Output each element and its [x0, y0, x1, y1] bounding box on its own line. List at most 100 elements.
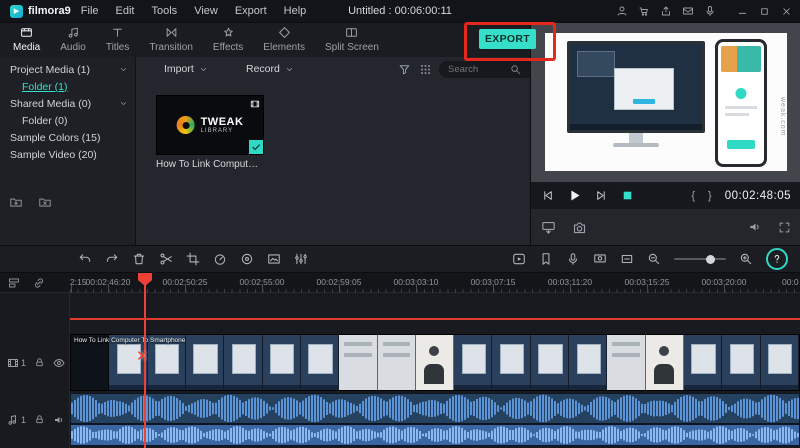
zoom-out-icon[interactable]	[647, 252, 661, 266]
chevron-down-icon[interactable]	[119, 99, 128, 108]
timeline-zoom-slider[interactable]	[674, 254, 726, 264]
tab-titles[interactable]: Titles	[97, 22, 139, 57]
manage-tracks-icon[interactable]	[8, 277, 20, 289]
clip-thumbnail-frame	[530, 335, 570, 390]
redo-icon[interactable]	[105, 252, 119, 266]
screen-record-icon[interactable]	[593, 252, 607, 266]
render-play-icon[interactable]	[512, 252, 526, 266]
search-icon[interactable]	[510, 64, 521, 75]
zoom-slider-knob[interactable]	[706, 254, 716, 264]
fullscreen-icon[interactable]	[778, 221, 791, 234]
timeline-toolbar	[0, 245, 800, 273]
new-folder-icon[interactable]	[9, 195, 23, 209]
mark-in-button[interactable]: {	[691, 190, 695, 202]
search-input[interactable]	[446, 63, 506, 76]
cart-icon[interactable]	[638, 5, 650, 17]
help-icon[interactable]	[766, 248, 788, 270]
volume-speaker-icon[interactable]	[748, 220, 762, 234]
delete-folder-icon[interactable]	[38, 195, 52, 209]
link-icon[interactable]	[33, 277, 45, 289]
menu-edit[interactable]: Edit	[116, 5, 135, 17]
user-icon[interactable]	[616, 5, 628, 17]
crop-icon[interactable]	[186, 252, 200, 266]
video-clip[interactable]: How To Link Computer To Smartphone	[70, 334, 800, 391]
mic-icon[interactable]	[704, 5, 716, 17]
undo-icon[interactable]	[78, 252, 92, 266]
watermark-text: weak.com	[779, 97, 786, 137]
frame-grab-icon[interactable]	[267, 252, 281, 266]
sidebar-item-3[interactable]: Folder (0)	[0, 112, 135, 129]
filmora-window: ▶ filmora9 File Edit Tools View Export Help U…	[0, 0, 800, 448]
ruler-timestamp: 00:03:15:25	[624, 277, 670, 287]
close-icon[interactable]	[781, 6, 792, 17]
tab-label: Titles	[105, 42, 130, 53]
media-clip-thumbnail[interactable]: TWEAK LIBRARY	[156, 95, 264, 155]
sidebar-item-1[interactable]: Folder (1)	[0, 78, 135, 95]
preview-panel: weak.com { } 00:02:48:05	[530, 22, 800, 245]
audio-waveform-lower[interactable]	[70, 424, 800, 446]
mic-icon[interactable]	[566, 252, 580, 266]
mixer-icon[interactable]	[294, 252, 308, 266]
color-icon[interactable]	[240, 252, 254, 266]
scissors-icon[interactable]	[159, 252, 173, 266]
menubar: ▶ filmora9 File Edit Tools View Export Help U…	[0, 0, 800, 23]
timeline-ruler[interactable]: 2:15 00:02:46:20 00:02:50:25 00:02:55:00 00:…	[0, 273, 800, 293]
speed-icon[interactable]	[213, 252, 227, 266]
tabs: Media Audio Titles Transition Effects Element…	[0, 22, 530, 57]
tab-audio[interactable]: Audio	[51, 22, 95, 57]
tab-label: Transition	[149, 42, 193, 53]
sidebar-item-label: Sample Video (20)	[10, 148, 97, 161]
trash-icon[interactable]	[132, 252, 146, 266]
search-box	[439, 61, 537, 78]
eye-visibility-icon[interactable]	[53, 357, 65, 369]
tab-split-screen[interactable]: Split Screen	[316, 22, 388, 57]
export-button[interactable]: EXPORT	[479, 29, 536, 49]
sidebar-item-4[interactable]: Sample Colors (15)	[0, 129, 135, 146]
sidebar-items: Project Media (1) Folder (1) Shared Media …	[0, 57, 135, 163]
audio-waveform-upper[interactable]	[70, 393, 800, 424]
clip-thumbnail-frame	[607, 335, 646, 390]
lock-icon[interactable]	[34, 357, 45, 368]
zoom-fit-icon[interactable]	[620, 252, 634, 266]
timeline-toolbar-left	[0, 252, 308, 266]
record-dropdown[interactable]: Record	[246, 63, 294, 75]
tab-media[interactable]: Media	[4, 22, 49, 57]
minimize-icon[interactable]	[737, 6, 748, 17]
next-frame-button[interactable]	[595, 189, 608, 202]
menu-export[interactable]: Export	[235, 5, 267, 17]
previous-frame-button[interactable]	[541, 189, 554, 202]
ruler-timestamp: 00:02:50:25	[162, 277, 208, 287]
preview-video-frame: weak.com	[545, 33, 787, 171]
lock-icon[interactable]	[34, 414, 45, 425]
grid-view-icon[interactable]	[419, 63, 432, 76]
menu-file[interactable]: File	[81, 5, 99, 17]
tab-elements[interactable]: Elements	[254, 22, 314, 57]
chevron-down-icon[interactable]	[119, 65, 128, 74]
zoom-in-icon[interactable]	[739, 252, 753, 266]
play-button[interactable]	[567, 188, 582, 203]
sidebar-item-0[interactable]: Project Media (1)	[0, 61, 135, 78]
import-dropdown[interactable]: Import	[164, 63, 208, 75]
menu-view[interactable]: View	[194, 5, 218, 17]
preview-timecode: 00:02:48:05	[724, 189, 791, 202]
tab-effects[interactable]: Effects	[204, 22, 252, 57]
maximize-icon[interactable]	[759, 6, 770, 17]
tab-transition[interactable]: Transition	[140, 22, 202, 57]
marker-icon[interactable]	[539, 252, 553, 266]
menu-help[interactable]: Help	[284, 5, 307, 17]
mark-out-button[interactable]: }	[708, 190, 712, 202]
sidebar-item-5[interactable]: Sample Video (20)	[0, 146, 135, 163]
ruler-timestamp: 00:0	[782, 277, 799, 287]
sidebar-item-2[interactable]: Shared Media (0)	[0, 95, 135, 112]
snapshot-camera-icon[interactable]	[572, 220, 587, 235]
media-clip-card[interactable]: TWEAK LIBRARY How To Link Computer...	[156, 95, 264, 170]
mail-icon[interactable]	[682, 5, 694, 17]
filter-icon[interactable]	[398, 63, 411, 76]
tab-elements-icon	[278, 26, 291, 39]
menu-tools[interactable]: Tools	[152, 5, 178, 17]
add-to-timeline-icon[interactable]	[541, 220, 556, 235]
share-icon[interactable]	[660, 5, 672, 17]
mute-speaker-icon[interactable]	[53, 414, 65, 426]
tab-audio-icon	[67, 26, 80, 39]
stop-button[interactable]	[621, 189, 634, 202]
